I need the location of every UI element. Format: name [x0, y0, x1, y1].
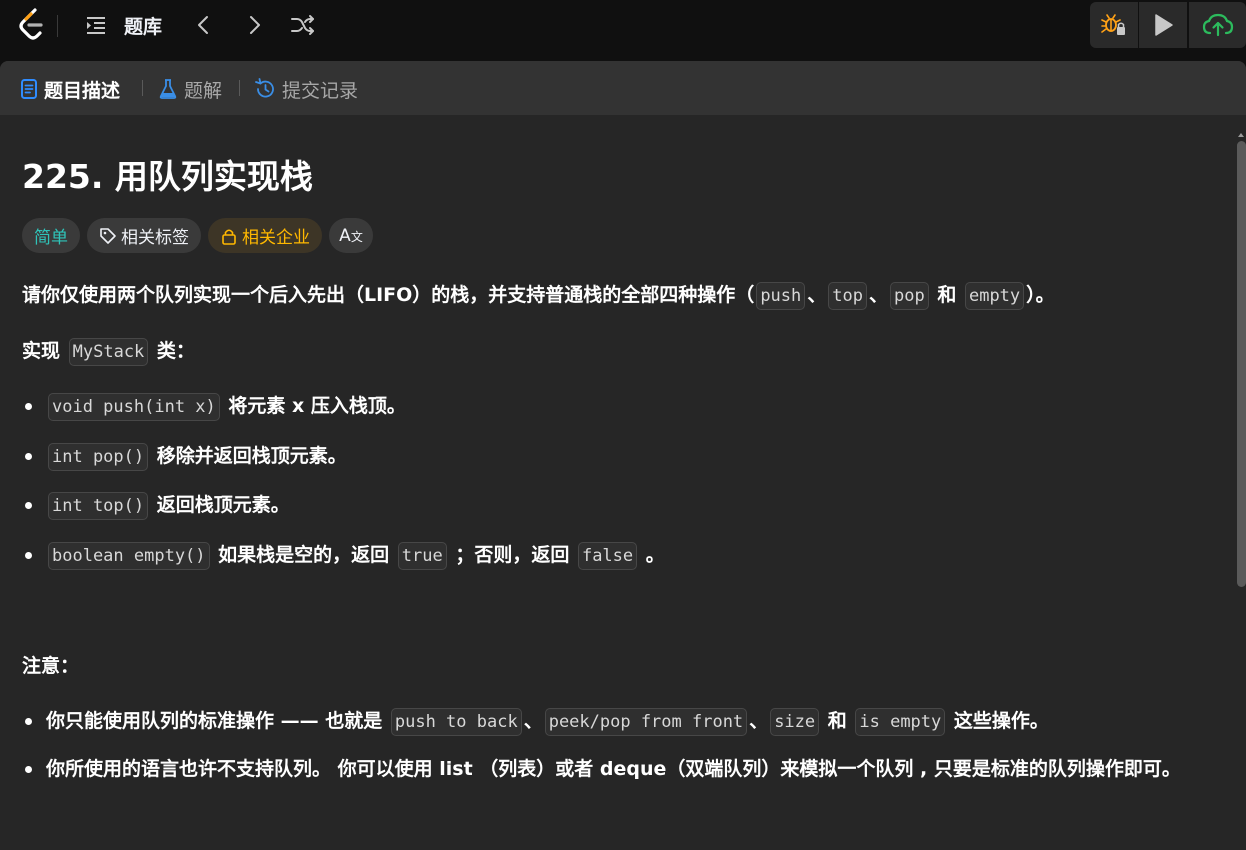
related-topics-label: 相关标签: [121, 228, 189, 248]
code-inline: push: [756, 282, 806, 310]
tab-solutions[interactable]: 题解: [158, 75, 222, 103]
code-inline: false: [577, 542, 638, 570]
play-icon: [1155, 14, 1173, 36]
list-item: 你只能使用队列的标准操作 —— 也就是 push to back、 peek/po…: [22, 706, 1049, 736]
problem-list-title[interactable]: 题库: [124, 12, 162, 38]
code-inline: int top(): [48, 492, 149, 520]
code-inline: MyStack: [68, 338, 149, 366]
related-topics-tag[interactable]: 相关标签: [87, 218, 201, 253]
code-inline: peek/pop from front: [544, 708, 748, 736]
list-item: int pop() 移除并返回栈顶元素。: [22, 441, 347, 471]
history-icon: [255, 78, 274, 98]
leetcode-logo[interactable]: [16, 8, 48, 42]
code-inline: true: [397, 542, 447, 570]
tag-icon: [100, 227, 116, 244]
editor-actions: [1090, 2, 1246, 48]
lock-icon: [222, 228, 236, 245]
code-inline: pop: [890, 282, 929, 310]
translate-icon: A文: [339, 225, 363, 246]
code-inline: void push(int x): [48, 393, 220, 421]
document-icon: [21, 79, 37, 99]
problem-title: 225. 用队列实现栈: [22, 157, 313, 196]
list-icon[interactable]: [84, 13, 108, 37]
related-companies-tag[interactable]: 相关企业: [208, 218, 322, 253]
debug-icon: [1101, 14, 1125, 35]
code-inline: empty: [964, 282, 1025, 310]
list-item: boolean empty() 如果栈是空的，返回 true ；否则，返回 fa…: [22, 540, 665, 570]
code-inline: size: [770, 708, 820, 736]
shuffle-icon[interactable]: [290, 13, 316, 37]
notes-heading: 注意：: [22, 655, 80, 677]
submit-button[interactable]: [1189, 2, 1246, 48]
scrollbar-thumb[interactable]: [1237, 141, 1246, 587]
tab-divider: [142, 80, 143, 96]
tab-submissions-label: 提交记录: [282, 79, 359, 102]
difficulty-badge[interactable]: 简单: [22, 218, 80, 253]
tab-description-label: 题目描述: [44, 79, 121, 102]
chevron-left-icon[interactable]: [192, 13, 216, 37]
tab-submissions[interactable]: 提交记录: [254, 75, 358, 103]
list-item: int top() 返回栈顶元素。: [22, 490, 290, 520]
code-inline: push to back: [390, 708, 522, 736]
translate-button[interactable]: A文: [329, 218, 373, 253]
code-inline: int pop(): [48, 443, 149, 471]
top-navbar: 题库: [0, 0, 1246, 52]
list-item: void push(int x) 将元素 x 压入栈顶。: [22, 391, 406, 421]
tab-solutions-label: 题解: [184, 79, 223, 102]
code-inline: boolean empty(): [48, 542, 210, 570]
problem-tags: 简单 相关标签 相关企业 A文: [22, 218, 380, 254]
list-item: 你所使用的语言也许不支持队列。 你可以使用 list （列表）或者 deque（…: [22, 754, 1192, 785]
cloud-upload-icon: [1202, 13, 1233, 37]
scroll-up-arrow[interactable]: [1236, 125, 1246, 137]
run-button[interactable]: [1139, 2, 1187, 48]
chevron-right-icon[interactable]: [242, 13, 266, 37]
code-inline: is empty: [855, 708, 946, 736]
debug-button[interactable]: [1090, 2, 1138, 48]
tab-description[interactable]: 题目描述: [20, 75, 120, 103]
problem-intro: 请你仅使用两个队列实现一个后入先出（LIFO）的栈，并支持普通栈的全部四种操作（…: [22, 280, 1055, 310]
implement-line: 实现 MyStack 类：: [22, 336, 195, 366]
related-companies-label: 相关企业: [242, 228, 310, 248]
code-inline: top: [828, 282, 867, 310]
tab-divider: [239, 80, 240, 96]
app-root: 题库 题目描述 题解 提交记录 225. 用队列实现栈 简单 相关标签 相关企业…: [0, 0, 1246, 850]
navbar-divider: [57, 15, 58, 37]
flask-icon: [159, 79, 177, 99]
panel-tabbar: 题目描述 题解 提交记录: [0, 61, 1246, 115]
